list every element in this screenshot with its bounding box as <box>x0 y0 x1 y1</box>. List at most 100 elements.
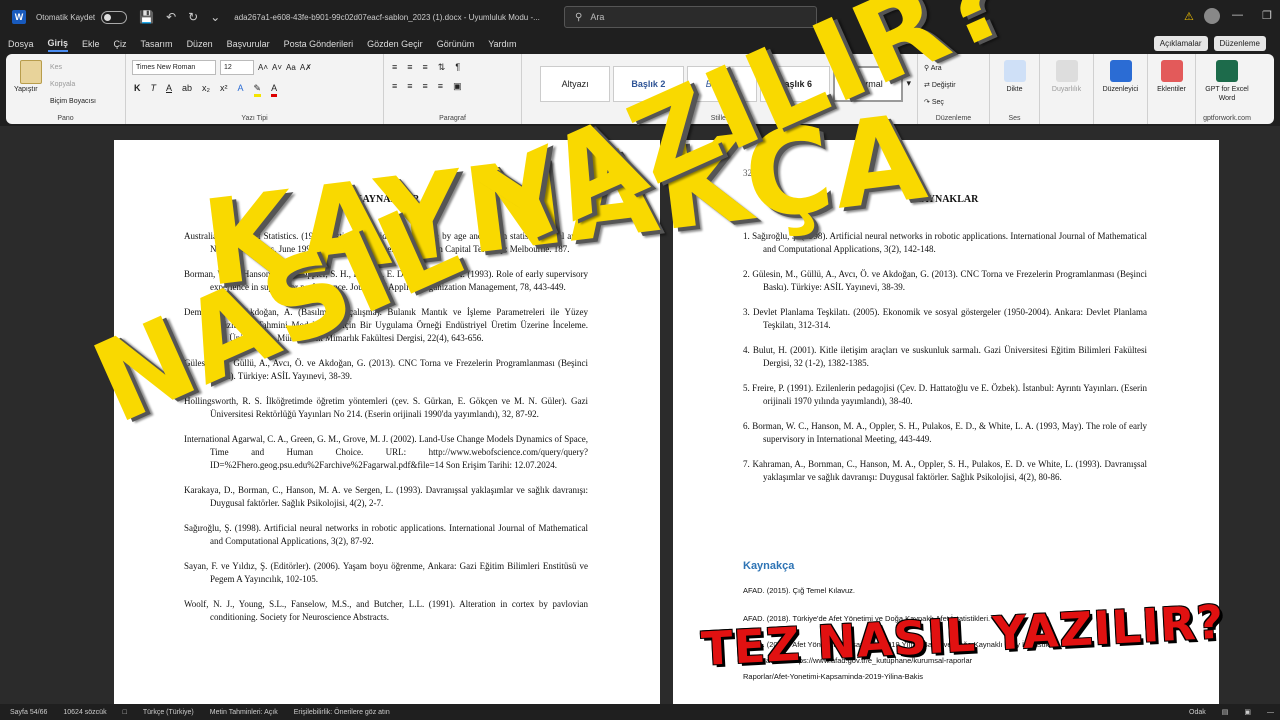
zoom-out-icon[interactable]: — <box>1267 709 1274 716</box>
language-status[interactable]: Türkçe (Türkiye) <box>143 709 194 716</box>
tab-file[interactable]: Dosya <box>8 37 34 51</box>
font-group-label: Yazı Tipi <box>241 115 268 122</box>
tab-layout[interactable]: Düzen <box>187 37 213 51</box>
show-marks-icon[interactable]: ¶ <box>455 62 460 73</box>
sensitivity-group: Duyarlılık <box>1040 54 1094 124</box>
bullets-icon[interactable]: ≡ <box>392 62 397 73</box>
tab-design[interactable]: Tasarım <box>141 37 173 51</box>
reference-item: Hollingsworth, R. S. İlköğretimde öğreti… <box>184 396 588 419</box>
reference-item: 7. Kahraman, A., Bornman, C., Hanson, M.… <box>743 459 1147 482</box>
editing-mode-button[interactable]: Düzenleme <box>1213 36 1266 51</box>
superscript-icon[interactable]: x² <box>220 83 228 97</box>
select-button[interactable]: ↷ Seç <box>924 94 983 111</box>
gpt-icon[interactable] <box>1216 60 1238 82</box>
paragraph-group-label: Paragraf <box>439 115 466 122</box>
strikethrough-icon[interactable]: ab <box>182 83 192 97</box>
tab-draw[interactable]: Çiz <box>114 37 127 51</box>
reference-item: Woolf, N. J., Young, S.L., Fanselow, M.S… <box>184 599 588 622</box>
word-logo-icon: W <box>12 10 26 24</box>
accessibility-status[interactable]: Erişilebilirlik: Önerilere göz atın <box>294 709 390 716</box>
reference-item: 2. Gülesin, M., Güllü, A., Avcı, Ö. ve A… <box>743 269 1147 292</box>
sort-icon[interactable]: ⇅ <box>438 62 446 73</box>
autosave-label: Otomatik Kaydet <box>36 12 96 22</box>
shading-icon[interactable]: ▣ <box>453 81 462 92</box>
paragraph-group: ≡ ≡ ≡ ⇅ ¶ ≡ ≡ ≡ ≡ ▣ Paragraf <box>384 54 522 124</box>
redo-icon[interactable]: ↻ <box>188 10 198 24</box>
font-size-select[interactable]: 12 <box>220 60 254 75</box>
gpt-group-label: gptforwork.com <box>1203 115 1251 122</box>
align-right-icon[interactable]: ≡ <box>423 81 428 92</box>
format-painter-button[interactable]: Biçim Boyacısı <box>50 93 96 110</box>
tab-view[interactable]: Görünüm <box>437 37 475 51</box>
document-title: ada267a1-e608-43fe-b901-99c02d07eacf-sab… <box>234 12 540 22</box>
page-count[interactable]: Sayfa 54/66 <box>10 709 47 716</box>
justify-icon[interactable]: ≡ <box>438 81 443 92</box>
customize-chevron-icon[interactable]: ⌄ <box>210 10 220 24</box>
dictate-button[interactable]: Dikte <box>996 85 1033 94</box>
autosave-toggle[interactable] <box>101 10 128 24</box>
change-case-icon[interactable]: Aa <box>286 63 296 72</box>
sensitivity-button: Duyarlılık <box>1051 86 1082 93</box>
restore-icon[interactable]: ❐ <box>1262 9 1272 22</box>
clear-format-icon[interactable]: A✗ <box>300 63 312 72</box>
apa-reference: AFAD. (2015). Çığ Temel Kılavuz. <box>743 586 855 595</box>
comments-button[interactable]: Açıklamalar <box>1153 36 1208 51</box>
word-count[interactable]: 10624 sözcük <box>63 709 106 716</box>
font-name-select[interactable]: Times New Roman <box>132 60 216 75</box>
minimize-icon[interactable]: — <box>1232 9 1243 21</box>
addins-icon[interactable] <box>1160 60 1183 82</box>
proofing-icon[interactable]: □ <box>123 709 127 716</box>
underline-icon[interactable]: A <box>166 83 172 97</box>
addins-button[interactable]: Eklentiler <box>1154 85 1189 94</box>
clipboard-group-label: Pano <box>57 115 74 122</box>
undo-icon[interactable]: ↶ <box>166 10 176 24</box>
tab-references[interactable]: Başvurular <box>227 37 270 51</box>
focus-button[interactable]: Odak <box>1189 709 1206 716</box>
voice-group: Dikte Ses <box>990 54 1040 124</box>
reference-item: Sayan, F. ve Yıldız, Ş. (Editörler). (20… <box>184 561 588 584</box>
editor-button[interactable]: Düzenleyici <box>1100 85 1141 94</box>
reference-item: 6. Borman, W. C., Hanson, M. A., Oppler,… <box>743 421 1147 444</box>
editor-icon[interactable] <box>1109 60 1132 82</box>
editor-group: Düzenleyici <box>1094 54 1148 124</box>
apa-reference: Raporlar/Afet-Yonetimi-Kapsaminda-2019-Y… <box>743 672 923 681</box>
font-color-icon[interactable]: A <box>271 83 278 97</box>
highlight-icon[interactable]: ✎ <box>253 83 262 97</box>
cut-button[interactable]: Kes <box>50 59 96 76</box>
reference-item: Karakaya, D., Borman, C., Hanson, M. A. … <box>184 485 588 508</box>
microphone-icon[interactable] <box>1003 60 1026 82</box>
align-center-icon[interactable]: ≡ <box>407 81 412 92</box>
numbering-icon[interactable]: ≡ <box>407 62 412 73</box>
warning-icon[interactable]: ⚠ <box>1184 10 1194 23</box>
save-icon[interactable]: 💾 <box>139 10 154 24</box>
bold-icon[interactable]: K <box>134 83 141 97</box>
print-layout-icon[interactable]: ▤ <box>1222 708 1229 716</box>
web-layout-icon[interactable]: ▣ <box>1244 708 1251 716</box>
align-left-icon[interactable]: ≡ <box>392 81 397 92</box>
text-effects-icon[interactable]: A <box>238 83 244 97</box>
paste-icon[interactable] <box>20 60 42 84</box>
grow-font-icon[interactable]: A˄ <box>258 63 268 72</box>
copy-button[interactable]: Kopyala <box>50 76 96 93</box>
apa-heading: Kaynakça <box>743 560 795 572</box>
sensitivity-icon <box>1055 60 1078 82</box>
editing-group-label: Düzenleme <box>935 115 972 122</box>
title-bar: W Otomatik Kaydet 💾 ↶ ↻ ⌄ ada267a1-e608-… <box>0 0 1280 34</box>
multilevel-icon[interactable]: ≡ <box>423 62 428 73</box>
tab-insert[interactable]: Ekle <box>82 37 100 51</box>
shrink-font-icon[interactable]: A˅ <box>272 63 282 72</box>
subscript-icon[interactable]: x₂ <box>202 83 210 97</box>
italic-icon[interactable]: T <box>151 83 157 97</box>
tab-home[interactable]: Giriş <box>47 36 69 52</box>
reference-item: 4. Bulut, H. (2001). Kitle iletişim araç… <box>743 345 1147 368</box>
text-prediction-status[interactable]: Metin Tahminleri: Açık <box>210 709 278 716</box>
tab-review[interactable]: Gözden Geçir <box>367 37 423 51</box>
voice-group-label: Ses <box>1008 115 1021 122</box>
tab-mailings[interactable]: Posta Gönderileri <box>284 37 354 51</box>
avatar[interactable] <box>1204 8 1220 24</box>
tab-help[interactable]: Yardım <box>488 37 516 51</box>
reference-item: 3. Devlet Planlama Teşkilatı. (2005). Ek… <box>743 307 1147 330</box>
gpt-button[interactable]: GPT for Excel Word <box>1202 85 1252 103</box>
addins-group: Eklentiler <box>1148 54 1196 124</box>
numbered-reference-list: 1. Sağıroğlu, Ş. (1998). Artificial neur… <box>743 230 1147 496</box>
